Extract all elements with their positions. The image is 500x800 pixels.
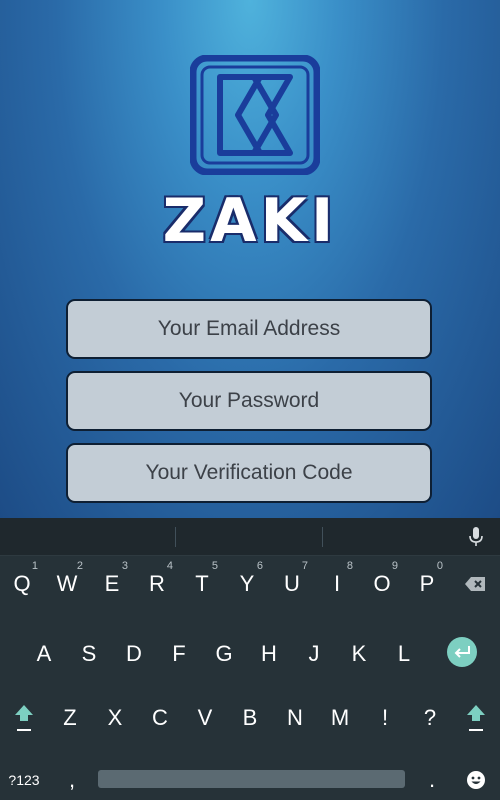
shift-key-left[interactable] bbox=[2, 690, 46, 746]
keyboard-row-4: ?123 , . bbox=[0, 760, 500, 800]
space-bar[interactable] bbox=[98, 770, 405, 788]
key-g[interactable]: G bbox=[202, 626, 246, 682]
password-placeholder: Your Password bbox=[178, 389, 320, 412]
mic-icon[interactable] bbox=[466, 526, 486, 548]
key-l[interactable]: L bbox=[382, 626, 426, 682]
comma-key[interactable]: , bbox=[50, 760, 94, 800]
key-y[interactable]: 6Y bbox=[225, 556, 269, 612]
key-m[interactable]: M bbox=[318, 690, 362, 746]
key-r[interactable]: 4R bbox=[135, 556, 179, 612]
key-j[interactable]: J bbox=[292, 626, 336, 682]
brand-title: ZAKI bbox=[162, 186, 338, 256]
enter-key[interactable] bbox=[447, 637, 477, 667]
emoji-icon bbox=[467, 771, 485, 789]
key-u[interactable]: 7U bbox=[270, 556, 314, 612]
soft-keyboard: 1Q 2W 3E 4R 5T 6Y 7U 8I 9O 0P A S D F G … bbox=[0, 518, 500, 800]
key-question[interactable]: ? bbox=[408, 690, 452, 746]
key-k[interactable]: K bbox=[337, 626, 381, 682]
backspace-key[interactable] bbox=[453, 556, 497, 612]
key-s[interactable]: S bbox=[67, 626, 111, 682]
period-key[interactable]: . bbox=[410, 760, 454, 800]
key-w[interactable]: 2W bbox=[45, 556, 89, 612]
bri-logo bbox=[190, 55, 320, 175]
email-field[interactable]: Your Email Address bbox=[66, 299, 432, 359]
key-v[interactable]: V bbox=[183, 690, 227, 746]
key-t[interactable]: 5T bbox=[180, 556, 224, 612]
key-o[interactable]: 9O bbox=[360, 556, 404, 612]
key-p[interactable]: 0P bbox=[405, 556, 449, 612]
verification-placeholder: Your Verification Code bbox=[145, 461, 353, 484]
password-field[interactable]: Your Password bbox=[66, 371, 432, 431]
suggestion-divider bbox=[175, 527, 176, 547]
key-exclamation[interactable]: ! bbox=[363, 690, 407, 746]
shift-icon bbox=[15, 705, 33, 731]
key-f[interactable]: F bbox=[157, 626, 201, 682]
key-c[interactable]: C bbox=[138, 690, 182, 746]
suggestion-divider bbox=[322, 527, 323, 547]
backspace-icon bbox=[465, 577, 485, 591]
enter-icon bbox=[454, 646, 470, 658]
shift-key-right[interactable] bbox=[454, 690, 498, 746]
key-a[interactable]: A bbox=[22, 626, 66, 682]
key-e[interactable]: 3E bbox=[90, 556, 134, 612]
key-i[interactable]: 8I bbox=[315, 556, 359, 612]
key-b[interactable]: B bbox=[228, 690, 272, 746]
verification-code-field[interactable]: Your Verification Code bbox=[66, 443, 432, 503]
suggestion-strip bbox=[0, 518, 500, 556]
key-n[interactable]: N bbox=[273, 690, 317, 746]
key-q[interactable]: 1Q bbox=[0, 556, 44, 612]
shift-icon bbox=[467, 705, 485, 731]
key-x[interactable]: X bbox=[93, 690, 137, 746]
key-d[interactable]: D bbox=[112, 626, 156, 682]
key-z[interactable]: Z bbox=[48, 690, 92, 746]
key-h[interactable]: H bbox=[247, 626, 291, 682]
email-placeholder: Your Email Address bbox=[157, 317, 341, 340]
symbols-key[interactable]: ?123 bbox=[2, 760, 46, 800]
emoji-key[interactable] bbox=[454, 760, 498, 800]
